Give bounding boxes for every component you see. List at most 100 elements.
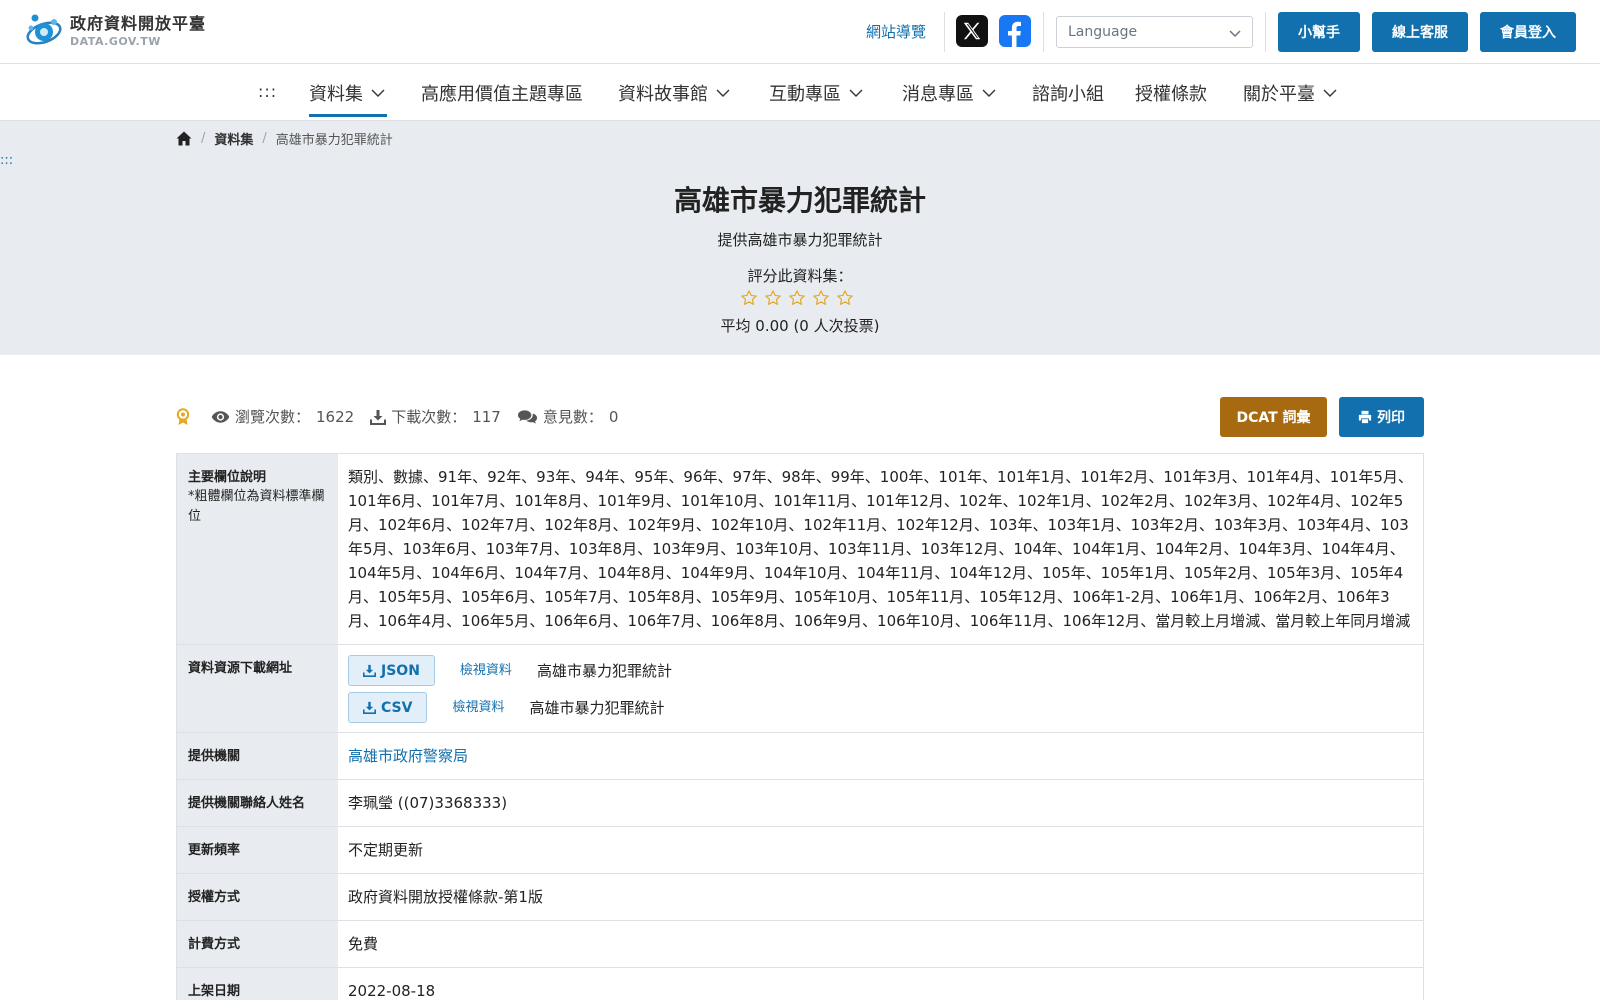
- nav-item-high-value[interactable]: 高應用價值主題專區: [421, 80, 583, 106]
- views-stat: 瀏覽次數： 1622: [211, 406, 354, 427]
- helper-button[interactable]: 小幫手: [1278, 12, 1360, 52]
- detail-label: 資料資源下載網址: [177, 645, 338, 732]
- content-accesskey[interactable]: :::: [0, 153, 13, 168]
- detail-row-date: 上架日期 2022-08-18: [177, 968, 1423, 1000]
- breadcrumb-separator: /: [262, 131, 267, 146]
- comments-count: 0: [608, 407, 619, 426]
- page-title: 高雄市暴力犯罪統計: [673, 184, 926, 217]
- rating-label: 評分此資料集：: [747, 267, 853, 285]
- download-icon: [363, 664, 376, 677]
- chevron-down-icon: [371, 89, 385, 97]
- site-map-link[interactable]: 網站導覽: [866, 21, 926, 42]
- detail-row-org: 提供機關 高雄市政府警察局: [177, 733, 1423, 780]
- print-button[interactable]: 列印: [1339, 397, 1424, 437]
- detail-label: 更新頻率: [177, 827, 338, 873]
- resource-item: CSV 檢視資料 高雄市暴力犯罪統計: [348, 692, 1413, 723]
- nav-item-label: 關於平臺: [1243, 84, 1315, 105]
- views-label: 瀏覽次數：: [235, 408, 311, 426]
- fields-note: *粗體欄位為資料標準欄位: [188, 489, 325, 524]
- logo-icon: [24, 12, 64, 50]
- dataset-detail-table: 主要欄位說明 *粗體欄位為資料標準欄位 類別、數據、91年、92年、93年、94…: [176, 453, 1424, 1000]
- logo-name-cn: 政府資料開放平臺: [70, 13, 207, 33]
- home-icon[interactable]: [176, 131, 192, 146]
- nav-item-label: 高應用價值主題專區: [421, 84, 583, 105]
- comments-stat: 意見數： 0: [517, 406, 619, 427]
- chevron-down-icon: [716, 89, 730, 97]
- detail-value: 高雄市政府警察局: [338, 733, 1423, 779]
- view-data-link[interactable]: 檢視資料: [460, 659, 512, 683]
- frequency-value: 不定期更新: [348, 841, 424, 859]
- nav-item-label: 諮詢小組: [1032, 84, 1104, 105]
- badge-stat: [176, 407, 195, 426]
- breadcrumb-separator: /: [201, 131, 206, 146]
- download-json-button[interactable]: JSON: [348, 655, 435, 686]
- nav-item-datasets[interactable]: 資料集: [309, 80, 385, 106]
- resource-item: JSON 檢視資料 高雄市暴力犯罪統計: [348, 655, 1413, 686]
- dataset-stats: 瀏覽次數： 1622 下載次數： 117 意見數： 0: [176, 406, 634, 427]
- member-login-button[interactable]: 會員登入: [1480, 12, 1576, 52]
- nav-item-label: 互動專區: [769, 84, 841, 105]
- nav-item-interactive[interactable]: 互動專區: [769, 80, 863, 106]
- detail-label: 提供機關聯絡人姓名: [177, 780, 338, 826]
- star-icon[interactable]: [836, 289, 854, 307]
- nav-item-label: 資料集: [309, 84, 363, 105]
- detail-row-fields: 主要欄位說明 *粗體欄位為資料標準欄位 類別、數據、91年、92年、93年、94…: [177, 454, 1423, 645]
- header-divider: [1043, 12, 1044, 52]
- chevron-down-icon: [849, 89, 863, 97]
- resource-name: 高雄市暴力犯罪統計: [536, 661, 672, 680]
- comments-label: 意見數：: [542, 408, 603, 426]
- star-icon[interactable]: [764, 289, 782, 307]
- nav-item-license[interactable]: 授權條款: [1135, 80, 1207, 106]
- chevron-down-icon: [982, 89, 996, 97]
- dataset-description: 提供高雄市暴力犯罪統計: [717, 231, 883, 249]
- provider-org-link[interactable]: 高雄市政府警察局: [348, 747, 468, 765]
- downloads-stat: 下載次數： 117: [370, 406, 501, 427]
- chevron-down-icon: [1323, 89, 1337, 97]
- nav-accesskey[interactable]: :::: [258, 82, 277, 101]
- detail-row-contact: 提供機關聯絡人姓名 李珮瑩 ((07)3368333): [177, 780, 1423, 827]
- x-icon[interactable]: [956, 15, 988, 47]
- site-logo[interactable]: 政府資料開放平臺 DATA.GOV.TW: [24, 12, 206, 50]
- detail-label: 主要欄位說明 *粗體欄位為資料標準欄位: [177, 454, 338, 644]
- contact-value: 李珮瑩 ((07)3368333): [348, 794, 508, 812]
- fields-label: 主要欄位說明: [188, 470, 267, 485]
- detail-row-fee: 計費方式 免費: [177, 921, 1423, 968]
- fee-value: 免費: [348, 935, 379, 953]
- nav-item-advisory[interactable]: 諮詢小組: [1032, 80, 1104, 106]
- downloads-count: 117: [472, 407, 501, 426]
- download-csv-button[interactable]: CSV: [348, 692, 428, 723]
- breadcrumb-current: 高雄市暴力犯罪統計: [275, 133, 393, 148]
- star-icon[interactable]: [788, 289, 806, 307]
- language-select[interactable]: Language: [1056, 16, 1253, 48]
- dataset-hero: / 資料集 / 高雄市暴力犯罪統計 ::: 高雄市暴力犯罪統計 提供高雄市暴力犯…: [0, 121, 1600, 355]
- star-icon[interactable]: [740, 289, 758, 307]
- header-divider: [944, 12, 945, 52]
- breadcrumb-datasets[interactable]: 資料集: [214, 129, 253, 148]
- detail-label: 上架日期: [177, 968, 338, 1000]
- chevron-down-icon: [1229, 30, 1241, 38]
- rating-average: 平均 0.00 (0 人次投票): [720, 317, 880, 335]
- award-icon: [176, 407, 190, 425]
- print-label: 列印: [1377, 410, 1405, 426]
- downloads-label: 下載次數：: [391, 408, 467, 426]
- resource-format: JSON: [381, 662, 420, 679]
- resource-name: 高雄市暴力犯罪統計: [529, 698, 665, 717]
- nav-item-news[interactable]: 消息專區: [902, 80, 996, 106]
- header-divider: [1265, 12, 1266, 52]
- dcat-vocabulary-button[interactable]: DCAT 詞彙: [1220, 397, 1327, 437]
- view-data-link[interactable]: 檢視資料: [452, 696, 504, 720]
- main-nav: ::: 資料集 高應用價值主題專區 資料故事館 互動專區 消息專區 諮詢小組 授…: [0, 64, 1600, 121]
- views-count: 1622: [316, 407, 355, 426]
- download-icon: [363, 701, 376, 714]
- eye-icon: [211, 410, 230, 423]
- online-support-button[interactable]: 線上客服: [1372, 12, 1468, 52]
- nav-item-stories[interactable]: 資料故事館: [618, 80, 730, 106]
- detail-row-resources: 資料資源下載網址 JSON 檢視資料 高雄市暴力犯罪統計 CSV 檢視資料 高雄…: [177, 645, 1423, 733]
- language-select-value: Language: [1068, 24, 1138, 40]
- comments-icon: [517, 409, 537, 424]
- nav-item-about[interactable]: 關於平臺: [1243, 80, 1337, 106]
- star-icon[interactable]: [812, 289, 830, 307]
- facebook-icon[interactable]: [999, 15, 1031, 47]
- date-value: 2022-08-18: [348, 982, 436, 1000]
- nav-item-label: 資料故事館: [618, 84, 708, 105]
